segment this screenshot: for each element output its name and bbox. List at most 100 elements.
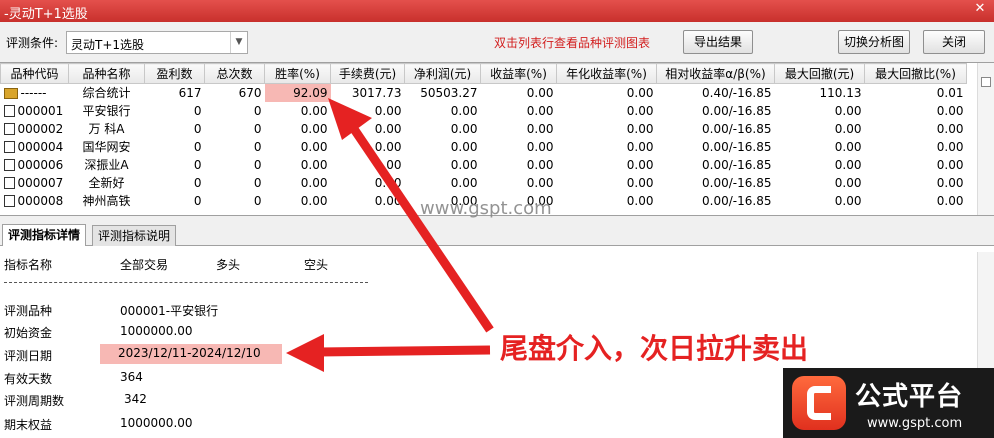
table-cell: 平安银行 [82,104,131,118]
results-grid: 品种代码 品种名称 盈利数 总次数 胜率(%) 手续费(元) 净利润(元) 收益… [0,62,994,216]
table-cell: 0 [253,157,262,172]
table-cell: 000006 [1,156,69,174]
table-cell: 0.00 [936,103,964,118]
table-cell: 0.00/-16.85 [702,103,772,118]
title-bar: -灵动T+1选股 ✕ [0,0,994,22]
table-cell: 0.00 [374,175,402,190]
table-cell: 0 [193,121,202,136]
table-cell: 万 科A [88,122,125,136]
col-header[interactable]: 胜率(%) [264,63,331,84]
col-header[interactable]: 品种名称 [68,63,145,84]
stock-code: 000007 [17,175,64,190]
table-cell: 0.00 [300,157,328,172]
tab-metric-details[interactable]: 评测指标详情 [2,224,87,247]
table-cell: 0.00/-16.85 [702,157,772,172]
export-button[interactable]: 导出结果 [683,30,753,54]
table-cell: 0.00 [526,103,554,118]
detail-value: 000001-平安银行 [120,304,219,318]
col-header[interactable]: 盈利数 [144,63,205,84]
table-cell: 0.00 [936,139,964,154]
document-icon [3,158,15,171]
table-cell: 0.00 [626,157,654,172]
detail-label: 期末权益 [4,418,53,432]
table-cell: 0.00 [450,193,478,208]
col-header[interactable]: 收益率(%) [480,63,557,84]
col-header[interactable]: 最大回撤比(%) [864,63,967,84]
detail-label: 评测周期数 [4,394,65,408]
table-cell: 0.00/-16.85 [702,193,772,208]
table-cell: 0.00 [626,85,654,100]
summary-row[interactable]: ------ 综合统计 617 670 92.09 3017.73 50503.27 0.00… [1,83,967,102]
col-header[interactable]: 净利润(元) [404,63,481,84]
table-cell: 0.00 [936,121,964,136]
annotation-text: 尾盘介入，次日拉升卖出 [500,332,809,365]
stock-code: 000006 [17,157,64,172]
table-row[interactable]: 000006 深振业A 0 0 0.00 0.00 0.00 0.00 0.00 0.00/-16… [1,156,967,174]
detail-tabs: 评测指标详情 评测指标说明 [0,224,994,247]
tab-metric-notes[interactable]: 评测指标说明 [92,225,177,246]
col-header[interactable]: 总次数 [204,63,265,84]
results-table: 品种代码 品种名称 盈利数 总次数 胜率(%) 手续费(元) 净利润(元) 收益… [0,63,967,210]
col-header[interactable]: 年化收益率(%) [556,63,657,84]
checkbox-icon[interactable] [981,77,991,87]
table-cell: 0.40/-16.85 [702,85,772,100]
table-cell: 0.00 [526,193,554,208]
table-cell: 0.00 [834,121,862,136]
table-cell: 670 [238,85,262,100]
table-cell: 0.00 [374,103,402,118]
col-header[interactable]: 相对收益率α/β(%) [656,63,775,84]
detail-label: 有效天数 [4,372,53,386]
detail-header-long: 多头 [216,258,241,272]
table-row[interactable]: 000001 平安银行 0 0 0.00 0.00 0.00 0.00 0.00 0.00/-16… [1,102,967,120]
table-cell: 50503.27 [420,85,478,100]
table-cell: 000007 [1,174,69,192]
table-cell: 0.00 [450,139,478,154]
detail-header-all: 全部交易 [120,258,169,272]
table-cell: 0.00 [300,121,328,136]
table-cell: 0.00 [626,103,654,118]
detail-value: 342 [124,392,147,406]
detail-header-name: 指标名称 [4,258,53,272]
table-row[interactable]: 000007 全新好 0 0 0.00 0.00 0.00 0.00 0.00 0.00/-16.… [1,174,967,192]
table-cell: 0.00/-16.85 [702,175,772,190]
document-icon [3,104,15,117]
condition-value: 灵动T+1选股 [71,38,145,52]
table-cell: 617 [178,85,202,100]
table-cell: 000008 [1,192,69,210]
table-row[interactable]: 000008 神州高铁 0 0 0.00 0.00 0.00 0.00 0.00 0.00/-16… [1,192,967,210]
brand-logo: 公式平台 www.gspt.com [783,368,994,438]
stock-code: 000004 [17,139,64,154]
table-cell: 0.00 [300,175,328,190]
detail-value-date: 2023/12/11-2024/12/10 [100,344,282,364]
table-row[interactable]: 000002 万 科A 0 0 0.00 0.00 0.00 0.00 0.00 0.00/-16… [1,120,967,138]
chevron-down-icon[interactable]: ▼ [230,32,247,53]
table-cell: 0.00 [450,103,478,118]
table-row[interactable]: 000004 国华网安 0 0 0.00 0.00 0.00 0.00 0.00 0.00/-16… [1,138,967,156]
table-cell: 3017.73 [351,85,402,100]
grid-scrollbar[interactable] [977,63,994,215]
detail-value: 1000000.00 [120,324,193,338]
table-cell: 深振业A [84,158,129,172]
table-cell: 0.00 [626,175,654,190]
table-cell: 0.00 [936,193,964,208]
close-button[interactable]: 关闭 [923,30,985,54]
col-header[interactable]: 最大回撤(元) [774,63,865,84]
table-cell: 000001 [1,102,69,120]
detail-value: 1000000.00 [120,416,193,430]
table-cell: 0.00 [626,193,654,208]
stock-code: 000002 [17,121,64,136]
table-cell: 0.00 [526,139,554,154]
table-cell: 0.00 [834,193,862,208]
table-header: 品种代码 品种名称 盈利数 总次数 胜率(%) 手续费(元) 净利润(元) 收益… [0,63,967,84]
col-header[interactable]: 手续费(元) [330,63,405,84]
table-cell: 综合统计 [82,86,131,101]
condition-label: 评测条件: [6,36,59,50]
condition-select[interactable]: 灵动T+1选股 ▼ [66,31,248,54]
table-cell: 0.00/-16.85 [702,139,772,154]
close-icon[interactable]: ✕ [972,1,988,17]
table-cell: 0.00 [450,175,478,190]
col-header[interactable]: 品种代码 [0,63,69,84]
table-cell: 0.00 [936,157,964,172]
switch-chart-button[interactable]: 切换分析图 [838,30,910,54]
stock-code: 000001 [17,103,64,118]
